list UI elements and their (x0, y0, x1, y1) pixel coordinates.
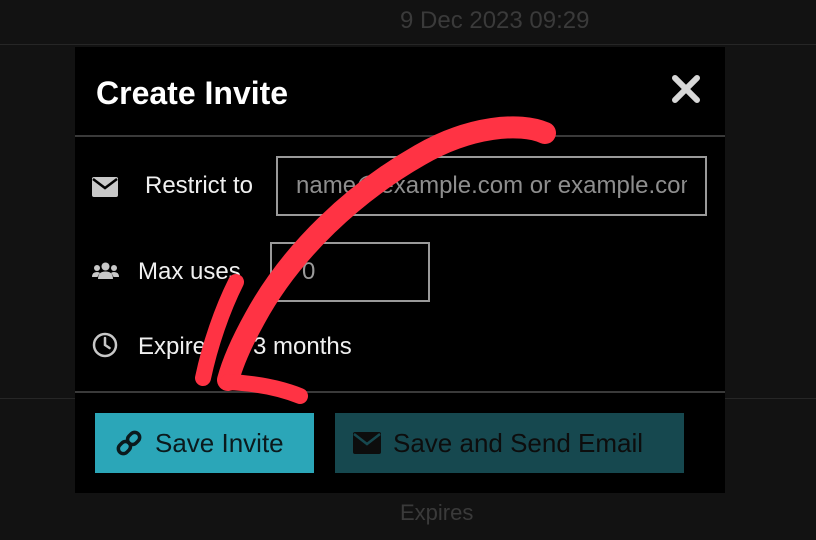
close-button[interactable] (671, 74, 701, 104)
expires-label: Expires (138, 333, 219, 360)
max-uses-input[interactable] (270, 242, 430, 302)
restrict-to-label: Restrict to (145, 172, 254, 199)
users-icon (92, 262, 119, 285)
background-expires-header: Expires (400, 500, 474, 525)
background-timestamp: 9 Dec 2023 09:29 (400, 7, 590, 34)
restrict-to-input[interactable] (276, 156, 707, 216)
clock-icon (92, 332, 118, 363)
background-row-divider (0, 44, 816, 45)
max-uses-label: Max uses (138, 258, 241, 285)
save-invite-label: Save Invite (155, 427, 284, 458)
create-invite-modal: Create Invite Restrict to Max uses (75, 47, 725, 493)
expires-value[interactable]: 3 months (253, 333, 352, 361)
save-and-send-email-button[interactable]: Save and Send Email (335, 413, 684, 473)
modal-title: Create Invite (96, 75, 289, 111)
header-divider (75, 135, 725, 137)
close-icon (672, 75, 700, 103)
save-and-send-email-label: Save and Send Email (393, 427, 644, 458)
envelope-icon (92, 177, 118, 202)
footer-divider (75, 391, 725, 393)
save-invite-button[interactable]: Save Invite (95, 413, 314, 473)
envelope-icon (353, 432, 381, 454)
link-icon (116, 430, 142, 456)
